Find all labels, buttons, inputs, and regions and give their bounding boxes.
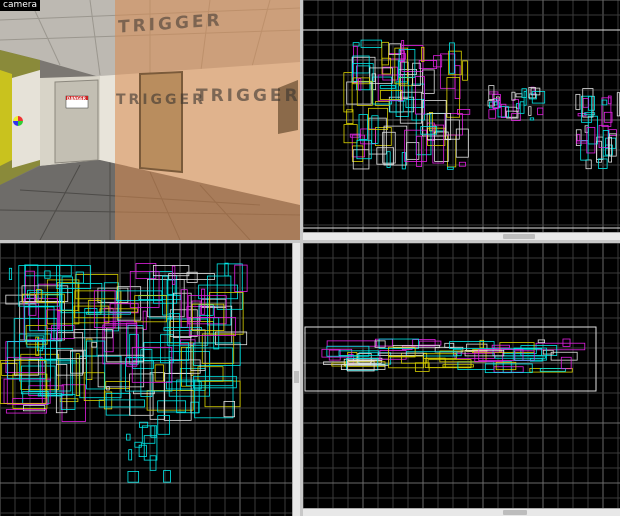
brush-wireframes-right xyxy=(575,88,620,170)
side-2d-viewport[interactable] xyxy=(303,243,620,516)
camera-render xyxy=(0,0,300,240)
brush-wireframes-mid xyxy=(487,85,546,121)
grid-lines xyxy=(303,243,620,516)
scroll-thumb[interactable] xyxy=(503,510,527,515)
vertical-scrollbar[interactable] xyxy=(292,243,300,516)
horizontal-scrollbar[interactable] xyxy=(303,232,620,240)
front-2d-viewport[interactable] xyxy=(0,243,300,516)
horizontal-scrollbar[interactable] xyxy=(303,508,620,516)
top-2d-viewport[interactable] xyxy=(303,0,620,240)
grid-lines xyxy=(303,0,620,240)
scroll-thumb[interactable] xyxy=(294,371,299,383)
brush-wireframes-lower xyxy=(126,415,171,483)
viewport-label[interactable]: camera xyxy=(0,0,40,11)
front-view-grid xyxy=(0,243,300,516)
top-view-grid xyxy=(303,0,620,240)
door-warning-sign: DANGER xyxy=(67,96,86,101)
camera-viewport[interactable]: TRIGGER TRIGGER TRIGGER DANGER camera xyxy=(0,0,300,240)
trigger-texture-text-wall-right: TRIGGER xyxy=(196,86,300,106)
scroll-thumb[interactable] xyxy=(503,234,535,239)
trigger-texture-text-wall-left: TRIGGER xyxy=(116,92,206,108)
entity-origin-icon[interactable] xyxy=(13,116,23,126)
side-view-grid xyxy=(303,243,620,516)
